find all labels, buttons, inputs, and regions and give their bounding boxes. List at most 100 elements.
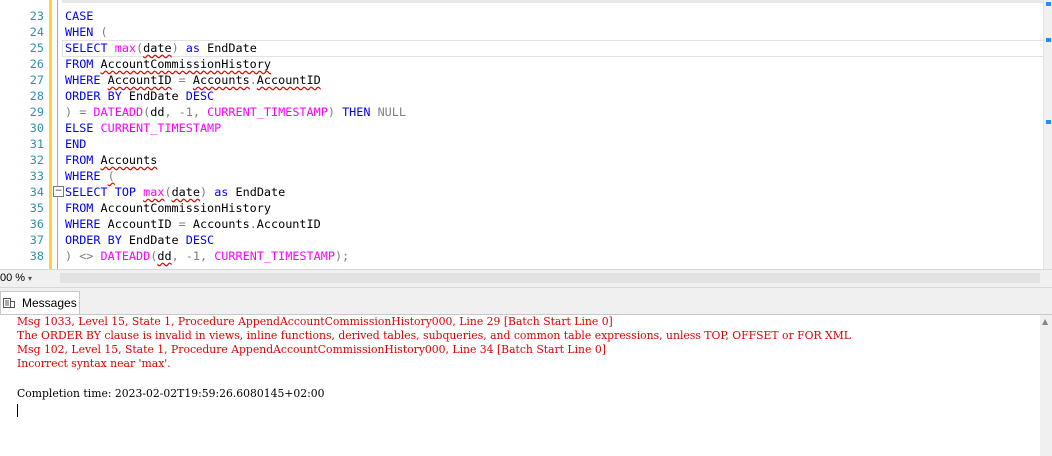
code-token: Accounts [192,73,250,87]
code-line[interactable]: 30 ELSE CURRENT_TIMESTAMP [0,120,1045,136]
code-token: = [171,217,193,231]
collapse-outline-icon[interactable]: − [53,186,64,197]
code-text: ) <> DATEADD(dd, -1, CURRENT_TIMESTAMP); [65,248,349,264]
code-text: FROM AccountCommissionHistory [65,56,271,72]
line-number: 25 [29,41,44,55]
editor-vertical-scrollbar[interactable] [1043,0,1052,269]
code-token: dd [157,249,172,263]
zoom-level[interactable]: 00 % [0,272,25,284]
error-message-line: The ORDER BY clause is invalid in views,… [17,329,851,342]
code-token: ) [171,41,186,55]
code-token: ORDER BY [65,89,129,103]
code-token: . [249,73,257,87]
line-number: 35 [29,201,44,215]
zoom-dropdown-icon[interactable]: ▾ [28,274,32,283]
code-token: ) <> [65,249,101,263]
line-number: 37 [29,233,44,247]
code-token: AccountCommissionHistory [100,57,271,71]
code-token: FROM [65,57,101,71]
line-number: 38 [29,249,44,263]
code-token: AccountID [256,73,321,87]
code-token: SELECT [65,41,115,55]
code-token: AccountID [107,73,172,87]
code-line[interactable]: 23 CASE [0,8,1045,24]
code-token: AccountID [107,217,172,231]
code-text: SELECT TOP max(date) as EndDate [65,184,285,200]
code-token: DATEADD [93,105,144,119]
code-token: ( [93,25,108,39]
line-number: 23 [29,9,44,23]
code-token: ORDER BY [65,233,129,247]
line-number: 31 [29,137,44,151]
line-number: 26 [29,57,44,71]
code-token: ) [327,105,343,119]
code-token: EndDate [207,41,257,55]
code-line[interactable]: 27 WHERE AccountID = Accounts.AccountID [0,72,1045,88]
code-line[interactable]: 29 ) = DATEADD(dd, -1, CURRENT_TIMESTAMP)… [0,104,1045,120]
line-number: 29 [29,105,44,119]
code-line[interactable]: 38 ) <> DATEADD(dd, -1, CURRENT_TIMESTAMP… [0,248,1045,264]
code-token: THEN [342,105,378,119]
code-token: CURRENT_TIMESTAMP [100,121,222,135]
results-tab-strip: Messages [0,288,1052,315]
scroll-marker [1046,38,1051,42]
error-message-line: Msg 102, Level 15, State 1, Procedure Ap… [17,343,606,356]
messages-pane[interactable]: Msg 1033, Level 15, State 1, Procedure A… [0,315,1052,456]
code-token: CURRENT_TIMESTAMP [207,105,328,119]
previous-line-fragment [62,0,1052,3]
code-line[interactable]: 26 FROM AccountCommissionHistory [0,56,1045,72]
code-token: , -1, [171,249,215,263]
code-line[interactable]: 33 WHERE ( [0,168,1045,184]
code-text: ) = DATEADD(dd, -1, CURRENT_TIMESTAMP) T… [65,104,406,120]
code-token: . [249,217,257,231]
line-number: 24 [29,25,44,39]
code-token: Accounts [192,217,250,231]
tab-messages[interactable]: Messages [0,291,80,314]
code-token: DATEADD [100,249,151,263]
code-line[interactable]: 35 FROM AccountCommissionHistory [0,200,1045,216]
error-message-line: Incorrect syntax near 'max'. [17,357,171,370]
code-token: CASE [65,9,94,23]
code-text: CASE [65,8,93,24]
code-line[interactable]: 24 WHEN ( [0,24,1045,40]
code-text: END [65,136,86,152]
scroll-up-icon[interactable]: ▲ [1042,317,1048,326]
code-line[interactable]: 37 ORDER BY EndDate DESC [0,232,1045,248]
code-token: CURRENT_TIMESTAMP [214,249,335,263]
line-number: 28 [29,89,44,103]
code-token: AccountID [256,217,321,231]
code-token: EndDate [128,233,186,247]
error-message-line: Msg 1033, Level 15, State 1, Procedure A… [17,315,613,328]
code-token: as [185,41,208,55]
code-line[interactable]: 36 WHERE AccountID = Accounts.AccountID [0,216,1045,232]
editor-horizontal-scrollbar[interactable] [60,273,1040,283]
code-token: ELSE [65,121,101,135]
code-line[interactable]: 28 ORDER BY EndDate DESC [0,88,1045,104]
code-token: NULL [377,105,406,119]
code-token: FROM [65,201,101,215]
messages-vertical-scrollbar[interactable]: ▲ [1040,315,1052,456]
code-text: WHERE AccountID = Accounts.AccountID [65,72,321,88]
code-text: SELECT max(date) as EndDate [65,40,257,56]
code-text: WHEN ( [65,24,108,40]
code-line[interactable]: 31 END [0,136,1045,152]
code-token: ( [107,169,115,183]
code-token: max [143,185,165,199]
code-text: WHERE AccountID = Accounts.AccountID [65,216,321,232]
code-line[interactable]: 34 SELECT TOP max(date) as EndDate [0,184,1045,200]
code-token: SELECT [65,185,115,199]
code-token: TOP [114,185,144,199]
code-text: FROM AccountCommissionHistory [65,200,271,216]
code-token: ) [199,185,215,199]
code-token: EndDate [235,185,286,199]
line-number: 27 [29,73,44,87]
code-token: ); [334,249,350,263]
code-token: WHERE [65,73,108,87]
code-line[interactable]: 32 FROM Accounts [0,152,1045,168]
code-token: Accounts [100,153,158,167]
messages-icon [3,298,15,308]
code-line[interactable]: 25 SELECT max(date) as EndDate [0,40,1045,56]
line-number: 34 [29,185,44,199]
code-token: WHERE [65,217,108,231]
query-editor[interactable]: 23 CASE 24 WHEN ( 25 SELECT max(date) as EndD… [0,0,1052,269]
